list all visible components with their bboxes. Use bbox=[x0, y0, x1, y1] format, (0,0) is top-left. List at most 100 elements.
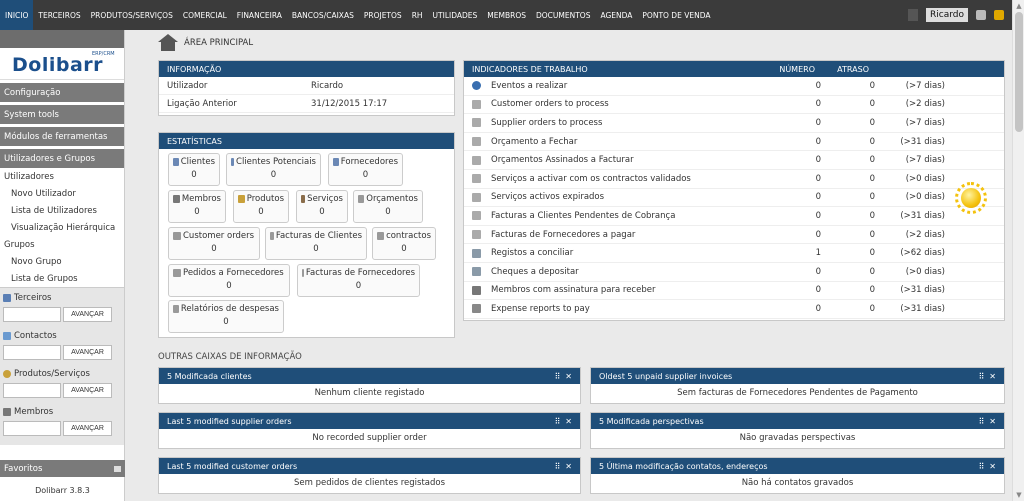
stats-box: ESTATÍSTICAS Clientes 0 Clientes Potencia… bbox=[158, 132, 455, 338]
stat-orcamentos[interactable]: Orçamentos 0 bbox=[353, 190, 423, 223]
search-membros-button[interactable]: AVANÇAR bbox=[63, 421, 112, 436]
link-lista-grupos[interactable]: Lista de Grupos bbox=[0, 270, 124, 287]
bookmark-icon[interactable] bbox=[114, 465, 121, 472]
tab-terceiros[interactable]: TERCEIROS bbox=[33, 0, 85, 30]
scroll-down-arrow-icon[interactable]: ▼ bbox=[1015, 491, 1023, 499]
stat-produtos[interactable]: Produtos 0 bbox=[233, 190, 289, 223]
stat-contractos[interactable]: contractos 0 bbox=[372, 227, 436, 260]
search-contactos-button[interactable]: AVANÇAR bbox=[63, 345, 112, 360]
tab-documentos[interactable]: DOCUMENTOS bbox=[531, 0, 595, 30]
tab-agenda[interactable]: AGENDA bbox=[595, 0, 637, 30]
contractos-icon bbox=[377, 232, 385, 240]
tab-produtos-servicos[interactable]: PRODUTOS/SERVIÇOS bbox=[86, 0, 178, 30]
stat-facturas-fornecedores[interactable]: Facturas de Fornecedores 0 bbox=[297, 264, 420, 297]
tab-ponto-de-venda[interactable]: PONTO DE VENDA bbox=[637, 0, 715, 30]
search-membros-input[interactable] bbox=[3, 421, 61, 436]
indicator-row[interactable]: Expense reports to pay 0 0 (>31 dias) bbox=[464, 300, 1004, 319]
drag-handle-icon[interactable]: ⠿ bbox=[554, 417, 560, 426]
link-utilizadores[interactable]: Utilizadores bbox=[0, 168, 124, 185]
page-scrollbar[interactable]: ▲ ▼ bbox=[1012, 0, 1024, 501]
drag-handle-icon[interactable]: ⠿ bbox=[978, 372, 984, 381]
indicator-row[interactable]: Serviços a activar com os contractos val… bbox=[464, 170, 1004, 189]
close-icon[interactable]: ✕ bbox=[989, 462, 996, 471]
box-supplier-orders: Last 5 modified supplier orders ⠿ ✕ No rec… bbox=[158, 412, 581, 449]
indicator-row[interactable]: Orçamentos Assinados a Facturar 0 0 (>7 dia… bbox=[464, 151, 1004, 170]
tab-financeira[interactable]: FINANCEIRA bbox=[232, 0, 287, 30]
search-terceiros-input[interactable] bbox=[3, 307, 61, 322]
stat-fornecedores[interactable]: Fornecedores 0 bbox=[328, 153, 403, 186]
pedidos-fornecedores-icon bbox=[173, 269, 181, 277]
link-novo-grupo[interactable]: Novo Grupo bbox=[0, 253, 124, 270]
indicator-row[interactable]: Customer orders to process 0 0 (>2 dias) bbox=[464, 96, 1004, 115]
proposal-icon bbox=[472, 137, 481, 147]
top-menu-bar: INICIO TERCEIROS PRODUTOS/SERVIÇOS COMER… bbox=[0, 0, 1012, 30]
stat-servicos[interactable]: Serviços 0 bbox=[296, 190, 348, 223]
tab-projetos[interactable]: PROJETOS bbox=[359, 0, 407, 30]
link-lista-utilizadores[interactable]: Lista de Utilizadores bbox=[0, 202, 124, 219]
indicator-row[interactable]: Supplier orders to process 0 0 (>7 dias) bbox=[464, 114, 1004, 133]
stat-pedidos-fornecedores[interactable]: Pedidos a Fornecedores 0 bbox=[168, 264, 290, 297]
close-icon[interactable]: ✕ bbox=[565, 462, 572, 471]
stat-clientes-potenciais[interactable]: Clientes Potenciais 0 bbox=[226, 153, 321, 186]
scroll-up-arrow-icon[interactable]: ▲ bbox=[1015, 2, 1023, 10]
drag-handle-icon[interactable]: ⠿ bbox=[554, 372, 560, 381]
indicator-row[interactable]: Facturas de Fornecedores a pagar 0 0 (>2 di… bbox=[464, 226, 1004, 245]
stat-membros[interactable]: Membros 0 bbox=[168, 190, 226, 223]
member-icon bbox=[3, 407, 11, 416]
search-terceiros-button[interactable]: AVANÇAR bbox=[63, 307, 112, 322]
prospect-icon bbox=[231, 158, 235, 166]
box-body: Sem pedidos de clientes registados bbox=[293, 477, 446, 488]
stat-facturas-clientes[interactable]: Facturas de Clientes 0 bbox=[265, 227, 367, 260]
close-icon[interactable]: ✕ bbox=[565, 372, 572, 381]
link-visualizacao-hierarquica[interactable]: Visualização Hierárquica bbox=[0, 219, 124, 236]
indicator-row[interactable]: Cheques a depositar 0 0 (>0 dias) bbox=[464, 263, 1004, 282]
menu-modulos-ferramentas[interactable]: Módulos de ferramentas bbox=[0, 127, 124, 146]
other-boxes-title: OUTRAS CAIXAS DE INFORMAÇÃO bbox=[158, 352, 302, 362]
indicator-row[interactable]: Eventos a realizar 0 0 (>7 dias) bbox=[464, 77, 1004, 96]
menu-configuracao[interactable]: Configuração bbox=[0, 83, 124, 102]
relatorios-despesas-icon bbox=[173, 305, 179, 313]
link-grupos[interactable]: Grupos bbox=[0, 236, 124, 253]
menu-utilizadores-grupos[interactable]: Utilizadores e Grupos bbox=[0, 149, 124, 168]
dolibarr-logo[interactable]: Dolibarr bbox=[12, 54, 103, 76]
indicator-row[interactable]: Facturas a Clientes Pendentes de Cobranç… bbox=[464, 207, 1004, 226]
search-contactos-input[interactable] bbox=[3, 345, 61, 360]
stat-clientes[interactable]: Clientes 0 bbox=[168, 153, 220, 186]
drag-handle-icon[interactable]: ⠿ bbox=[978, 462, 984, 471]
box-body: Não há contatos gravados bbox=[741, 477, 854, 488]
print-icon[interactable] bbox=[976, 10, 986, 20]
stats-box-header: ESTATÍSTICAS bbox=[159, 133, 454, 149]
close-icon[interactable]: ✕ bbox=[989, 417, 996, 426]
invoice-icon bbox=[472, 211, 481, 221]
info-row-last-login: Ligação Anterior 31/12/2015 17:17 bbox=[159, 95, 454, 113]
stat-customer-orders[interactable]: Customer orders 0 bbox=[168, 227, 260, 260]
menu-system-tools[interactable]: System tools bbox=[0, 105, 124, 124]
indicator-row[interactable]: Membros com assinatura para receber 0 0 (>3… bbox=[464, 282, 1004, 301]
tab-inicio[interactable]: INICIO bbox=[0, 0, 34, 30]
scrollbar-thumb[interactable] bbox=[1015, 12, 1023, 132]
close-icon[interactable]: ✕ bbox=[565, 417, 572, 426]
box-modified-clients: 5 Modificada clientes ⠿ ✕ Nenhum cliente r… bbox=[158, 367, 581, 404]
tab-membros[interactable]: MEMBROS bbox=[482, 0, 531, 30]
drag-handle-icon[interactable]: ⠿ bbox=[554, 462, 560, 471]
drag-handle-icon[interactable]: ⠿ bbox=[978, 417, 984, 426]
indicator-row[interactable]: Serviços activos expirados 0 0 (>0 dias) bbox=[464, 189, 1004, 208]
expense-icon bbox=[472, 304, 481, 314]
tab-utilidades[interactable]: UTILIDADES bbox=[428, 0, 483, 30]
search-produtos-input[interactable] bbox=[3, 383, 61, 398]
indicator-row[interactable]: Registos a conciliar 1 0 (>62 dias) bbox=[464, 244, 1004, 263]
tab-rh[interactable]: RH bbox=[407, 0, 428, 30]
search-produtos-button[interactable]: AVANÇAR bbox=[63, 383, 112, 398]
page-title: ÁREA PRINCIPAL bbox=[158, 34, 253, 52]
tab-bancos-caixas[interactable]: BANCOS/CAIXAS bbox=[287, 0, 359, 30]
logout-lock-icon[interactable] bbox=[994, 10, 1004, 20]
link-novo-utilizador[interactable]: Novo Utilizador bbox=[0, 185, 124, 202]
close-icon[interactable]: ✕ bbox=[989, 372, 996, 381]
box-unpaid-supplier-invoices: Oldest 5 unpaid supplier invoices ⠿ ✕ Sem … bbox=[590, 367, 1005, 404]
stat-relatorios-despesas[interactable]: Relatórios de despesas 0 bbox=[168, 300, 284, 333]
indicator-row[interactable]: Orçamento a Fechar 0 0 (>31 dias) bbox=[464, 133, 1004, 152]
favoritos-header[interactable]: Favoritos bbox=[0, 460, 125, 477]
orcamentos-icon bbox=[358, 195, 365, 203]
tab-comercial[interactable]: COMERCIAL bbox=[178, 0, 232, 30]
user-name-link[interactable]: Ricardo bbox=[926, 8, 968, 22]
